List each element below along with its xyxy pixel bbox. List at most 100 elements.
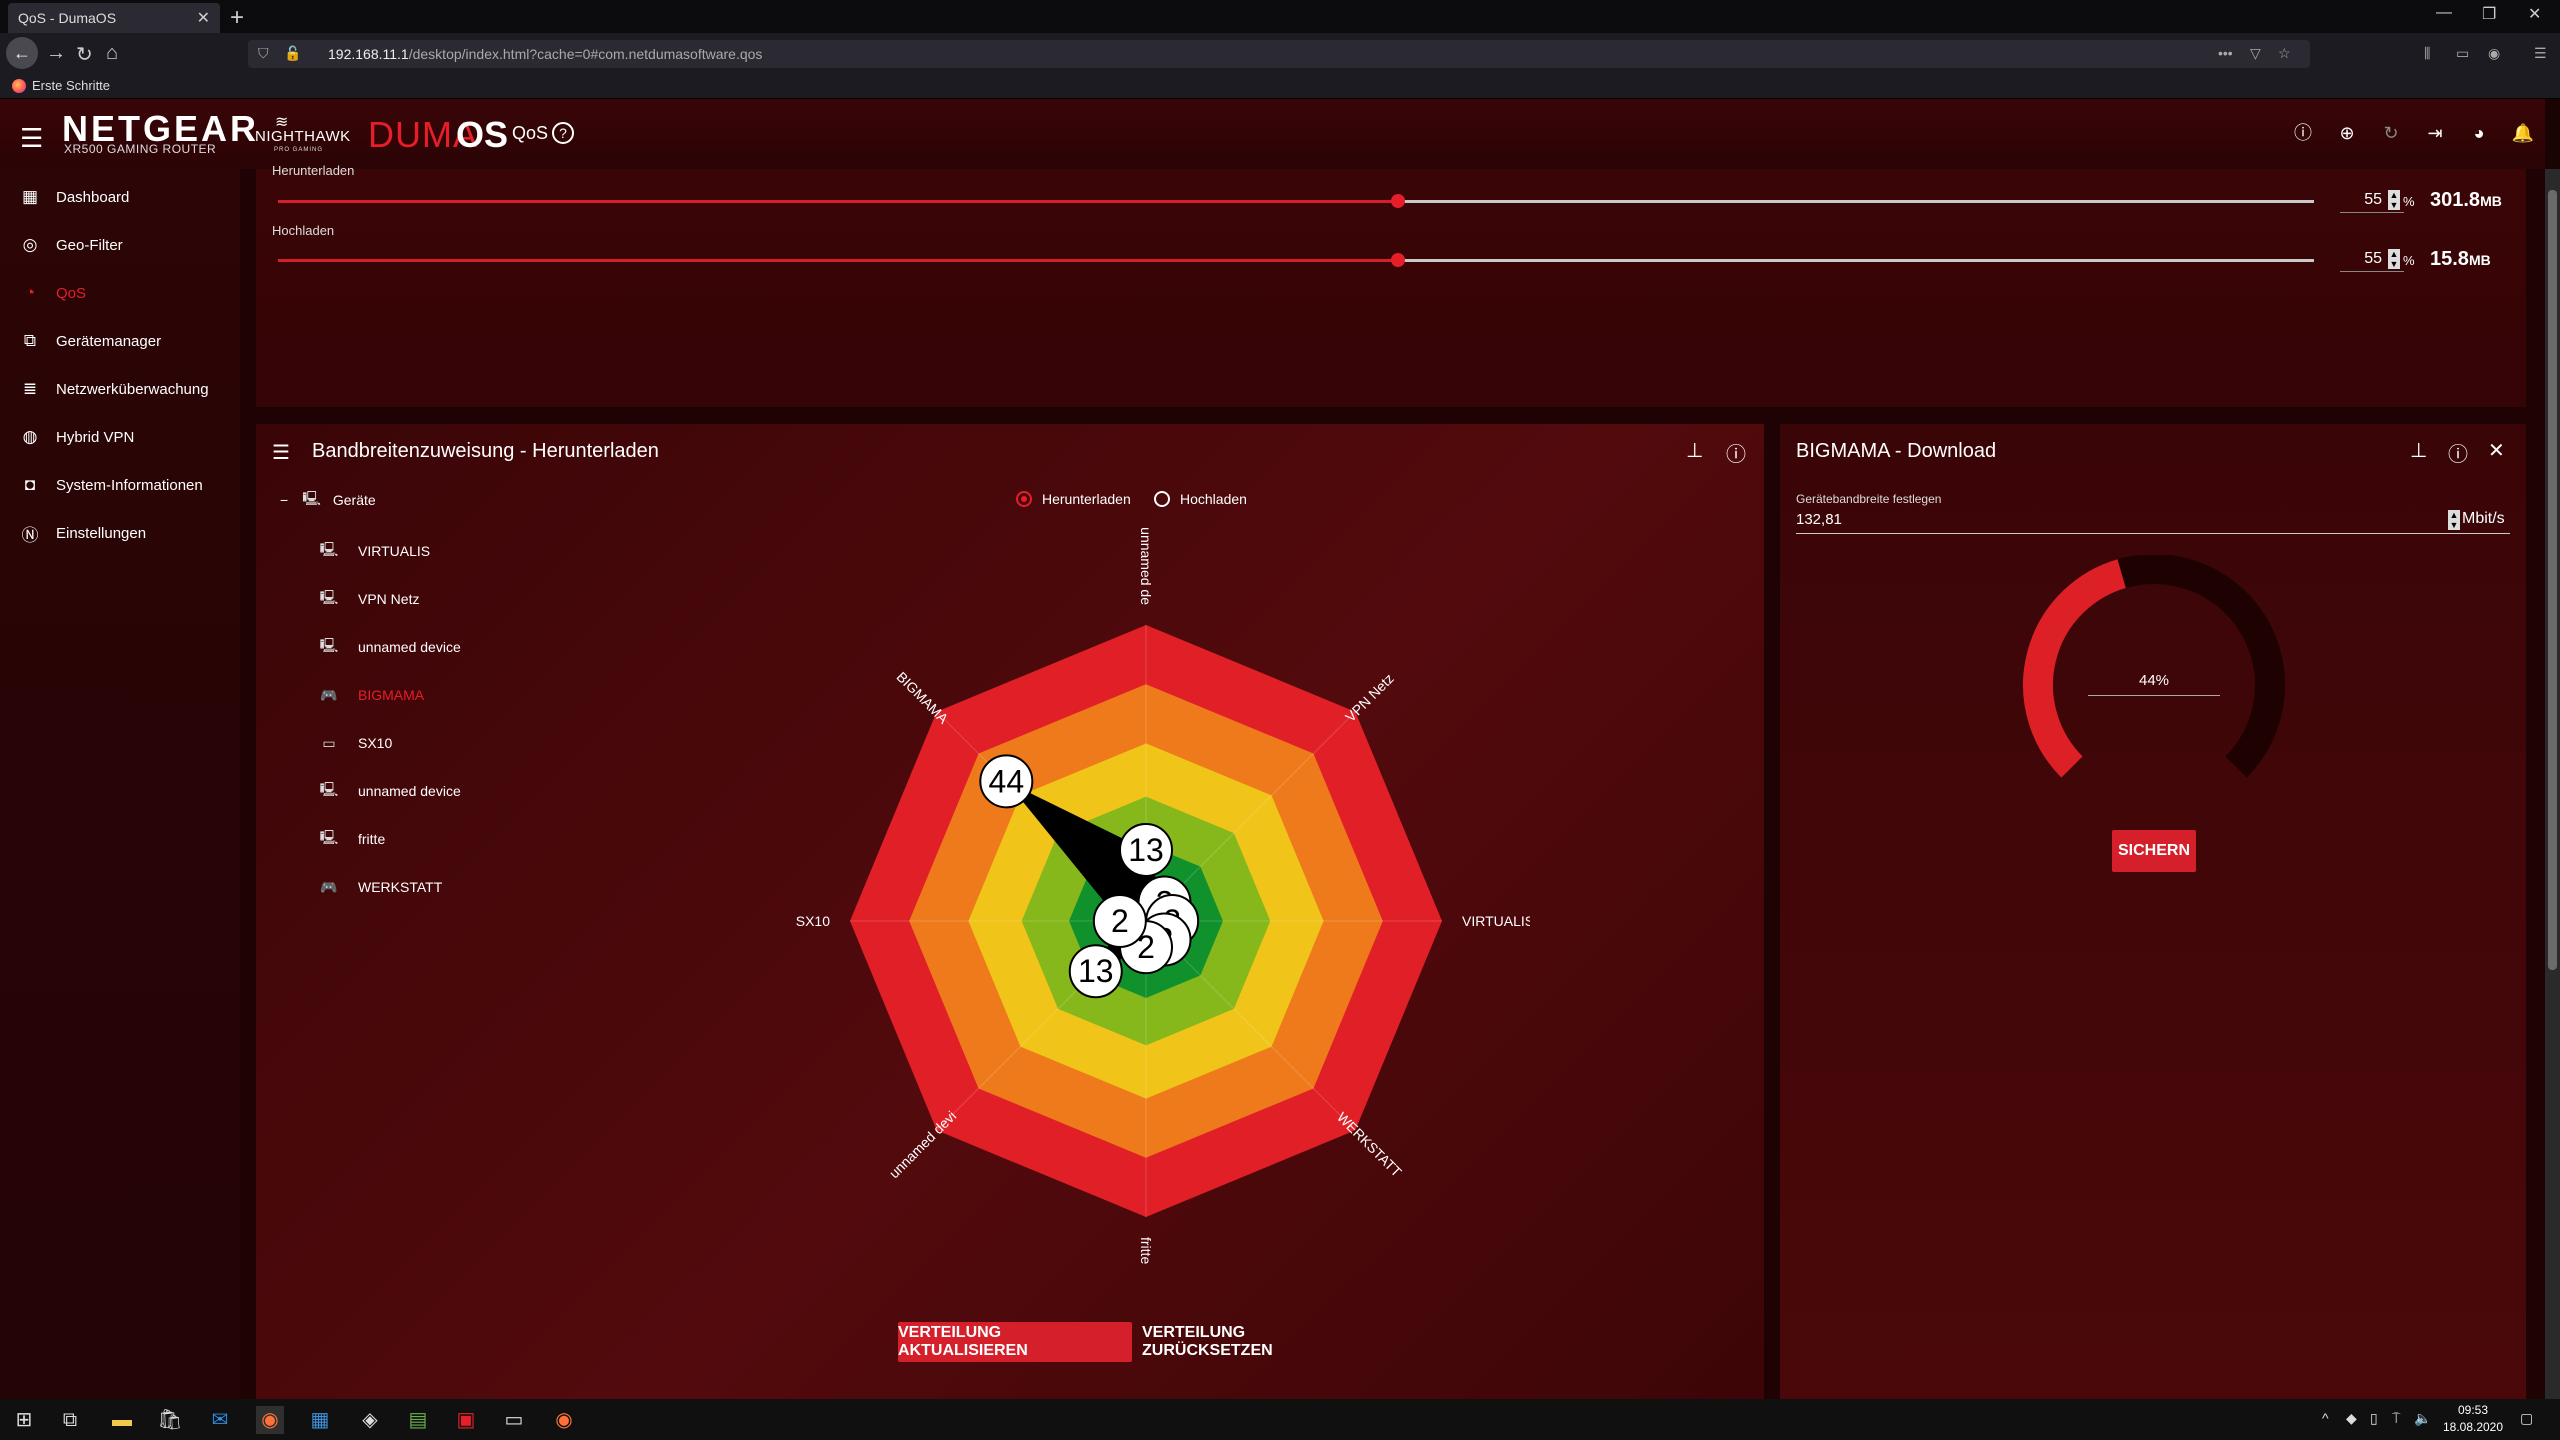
restore-icon[interactable]: ❐ xyxy=(2482,4,2496,24)
firefox-alt-taskbar-icon[interactable]: ◉ xyxy=(550,1406,578,1434)
notifications-icon[interactable]: ▢ xyxy=(2520,1410,2533,1427)
device-item[interactable]: 🖳 VIRTUALIS xyxy=(316,531,430,571)
bell-icon[interactable]: 🔔 xyxy=(2510,120,2536,146)
lock-icon[interactable]: 🔓 xyxy=(284,45,301,62)
panel-menu-icon[interactable]: ☰ xyxy=(272,440,290,465)
close-icon[interactable]: ✕ xyxy=(2488,438,2505,463)
panel-help-icon[interactable]: ⓘ xyxy=(1726,438,1746,467)
device-item[interactable]: 🖳 VPN Netz xyxy=(316,579,420,619)
mail-icon[interactable]: ✉ xyxy=(206,1406,234,1434)
pin-icon[interactable]: ⊥ xyxy=(2410,438,2427,463)
minimize-icon[interactable]: — xyxy=(2436,4,2452,22)
radio-upload[interactable]: Hochladen xyxy=(1154,491,1247,507)
page-actions-icon[interactable]: ••• xyxy=(2218,45,2233,61)
panel-help-icon[interactable]: ⓘ xyxy=(2448,438,2468,467)
close-tab-icon[interactable]: ✕ xyxy=(197,8,210,28)
scrollbar-thumb[interactable] xyxy=(2548,190,2557,970)
new-tab-icon[interactable]: + xyxy=(230,4,244,32)
sidebar-item-system-info[interactable]: ◘ System-Informationen xyxy=(0,461,240,509)
upload-stepper-icon[interactable]: ▲ ▼ xyxy=(2388,249,2400,269)
device-item[interactable]: ▭ SX10 xyxy=(316,723,392,763)
radio-download[interactable]: Herunterladen xyxy=(1016,491,1131,507)
logout-icon[interactable]: ⇥ xyxy=(2422,120,2448,146)
task-view-icon[interactable]: ⧉ xyxy=(56,1406,84,1434)
radar-point-label: 2 xyxy=(1111,903,1129,939)
tray-chevron-icon[interactable]: ^ xyxy=(2322,1410,2329,1426)
sidebar-item-dashboard[interactable]: ▦ Dashboard xyxy=(0,173,240,221)
bandwidth-field-label: Gerätebandbreite festlegen xyxy=(1796,492,1942,506)
device-item[interactable]: 🖳 unnamed device xyxy=(316,627,461,667)
mic-icon[interactable]: ⍑ xyxy=(2392,1410,2400,1427)
help-icon[interactable]: ? xyxy=(552,122,574,144)
close-window-icon[interactable]: ✕ xyxy=(2528,4,2541,24)
windows-start-icon[interactable]: ⊞ xyxy=(10,1406,38,1434)
device-item[interactable]: 🎮 BIGMAMA xyxy=(316,675,424,715)
browser-tab[interactable]: QoS - DumaOS ✕ xyxy=(8,3,220,33)
device-item[interactable]: 🖳 unnamed device xyxy=(316,771,461,811)
radar-axis-label: VIRTUALIS xyxy=(1462,913,1530,929)
network-icon[interactable]: ▯ xyxy=(2370,1410,2378,1427)
radar-chart[interactable]: 13222213244unnamed deVPN NetzVIRTUALISWE… xyxy=(760,520,1530,1280)
forward-icon[interactable]: → xyxy=(46,42,66,65)
url-bar[interactable]: 192.168.11.1/desktop/index.html?cache=0#… xyxy=(248,40,2310,68)
sidebar-item-hybrid-vpn[interactable]: ◍ Hybrid VPN xyxy=(0,413,240,461)
refresh-icon[interactable]: ↻ xyxy=(2378,120,2404,146)
calculator-icon[interactable]: ▦ xyxy=(306,1406,334,1434)
library-icon[interactable]: ⫼ xyxy=(2424,45,2430,62)
menu-icon[interactable]: ☰ xyxy=(2534,45,2547,62)
globe-icon[interactable]: ⊕ xyxy=(2334,120,2360,146)
tray-app-icon[interactable]: ◆ xyxy=(2346,1410,2357,1427)
sidebar-item-geo-filter[interactable]: ◎ Geo-Filter xyxy=(0,221,240,269)
file-explorer-icon[interactable]: ▬ xyxy=(108,1406,136,1434)
reset-distribution-button[interactable]: VERTEILUNG ZURÜCKSETZEN xyxy=(1142,1322,1376,1362)
sidebar-item-device-manager[interactable]: ⧉ Gerätemanager xyxy=(0,317,240,365)
sidebar-item-network-monitor[interactable]: ≣ Netzwerküberwachung xyxy=(0,365,240,413)
account-icon[interactable]: ◉ xyxy=(2488,45,2500,62)
collapse-icon[interactable]: − xyxy=(280,492,288,508)
info-icon[interactable]: ⓘ xyxy=(2290,120,2316,146)
download-stepper-icon[interactable]: ▲ ▼ xyxy=(2388,190,2400,210)
device-label: unnamed device xyxy=(358,783,461,799)
game-app-icon[interactable]: ▣ xyxy=(452,1406,480,1434)
shield-icon[interactable]: ⛉ xyxy=(258,45,269,62)
computer-icon: 🖳 xyxy=(319,829,339,845)
home-icon[interactable]: ⌂ xyxy=(106,42,118,65)
update-distribution-button[interactable]: VERTEILUNG AKTUALISIEREN xyxy=(898,1322,1132,1362)
bandwidth-stepper-icon[interactable]: ▲ ▼ xyxy=(2448,510,2460,530)
reload-icon[interactable]: ↻ xyxy=(76,42,93,67)
pocket-icon[interactable]: ▽ xyxy=(2250,45,2261,62)
sidebar-item-label: System-Informationen xyxy=(56,476,203,494)
terminal-icon[interactable]: ▭ xyxy=(500,1406,528,1434)
sidebar-icon[interactable]: ▭ xyxy=(2456,45,2469,62)
bookmark-item[interactable]: Erste Schritte xyxy=(32,78,110,93)
device-label: WERKSTATT xyxy=(358,879,443,895)
sidebar-item-label: Hybrid VPN xyxy=(56,428,135,446)
palette-icon[interactable]: ◕ xyxy=(2466,120,2492,146)
sidebar-item-label: QoS xyxy=(56,284,87,302)
bandwidth-field-input[interactable]: 132,81 xyxy=(1796,508,2510,534)
device-item[interactable]: 🎮 WERKSTATT xyxy=(316,867,442,907)
sidebar-item-settings[interactable]: Ⓝ Einstellungen xyxy=(0,509,240,557)
gauge-percent-label: 44% xyxy=(2088,672,2220,696)
device-label: SX10 xyxy=(358,735,393,751)
star-icon[interactable]: ☆ xyxy=(2278,45,2291,62)
tree-root[interactable]: − 🖳 Geräte xyxy=(280,488,376,512)
app-icon[interactable]: ◈ xyxy=(356,1406,384,1434)
radar-point-label: 44 xyxy=(989,763,1025,799)
taskbar-clock[interactable]: 09:53 18.08.2020 xyxy=(2428,1402,2518,1436)
save-button[interactable]: SICHERN xyxy=(2112,830,2196,872)
store-icon[interactable]: 🛍 xyxy=(156,1406,184,1434)
hamburger-menu-icon[interactable]: ☰ xyxy=(20,123,43,154)
radar-point-label: 13 xyxy=(1078,953,1114,989)
device-label: fritte xyxy=(358,831,386,847)
device-label: VIRTUALIS xyxy=(358,543,431,559)
pin-icon[interactable]: ⊥ xyxy=(1686,438,1703,463)
back-icon[interactable]: ← xyxy=(6,37,38,69)
device-item[interactable]: 🖳 fritte xyxy=(316,819,386,859)
radio-download-label: Herunterladen xyxy=(1042,491,1131,507)
upload-slider-thumb[interactable] xyxy=(1391,253,1405,267)
sidebar-item-qos[interactable]: ◔ QoS xyxy=(0,269,240,317)
notepad-icon[interactable]: ▤ xyxy=(404,1406,432,1434)
download-slider-thumb[interactable] xyxy=(1391,194,1405,208)
firefox-taskbar-icon[interactable]: ◉ xyxy=(256,1406,284,1434)
